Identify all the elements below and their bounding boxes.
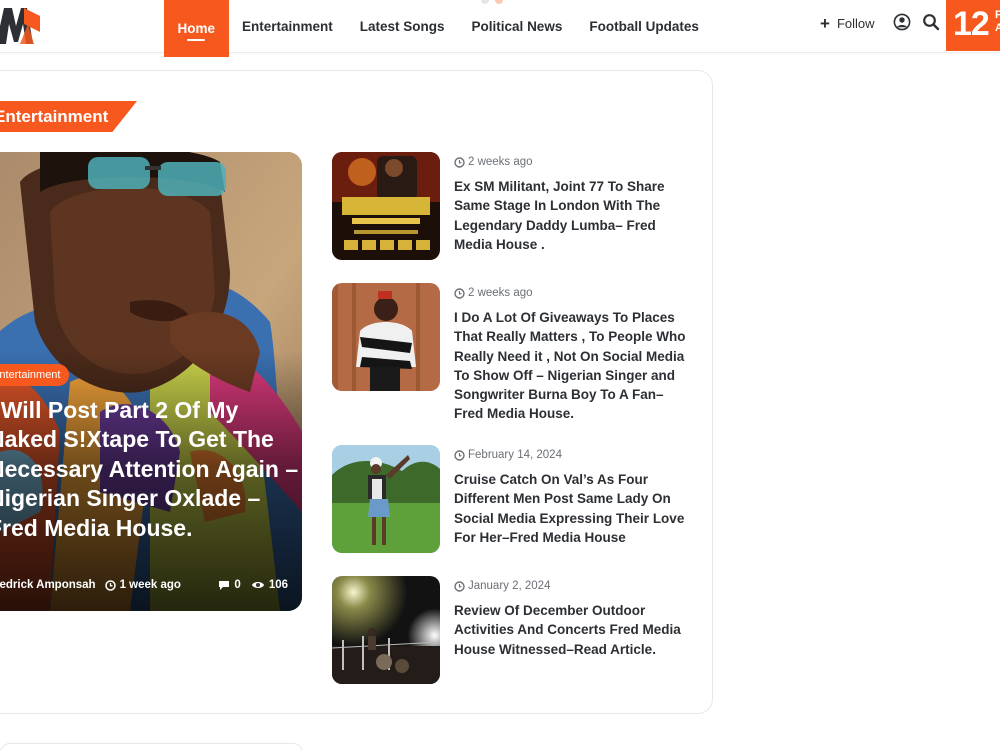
- search-icon[interactable]: [922, 13, 940, 31]
- follow-button[interactable]: + Follow: [820, 15, 875, 32]
- eye-icon: [251, 582, 264, 588]
- nav-political-news[interactable]: Political News: [458, 0, 576, 53]
- date-text: F A: [995, 9, 1000, 34]
- main-nav: Home Entertainment Latest Songs Politica…: [164, 0, 713, 57]
- user-icon[interactable]: [893, 13, 911, 31]
- plus-icon: +: [820, 14, 830, 33]
- post-date-label: January 2, 2024: [468, 580, 551, 592]
- featured-title[interactable]: I Will Post Part 2 Of My Naked S!Xtape T…: [0, 396, 302, 543]
- post-date: 2 weeks ago: [454, 156, 533, 168]
- post-date-label: February 14, 2024: [468, 449, 562, 461]
- featured-comments: 0: [234, 579, 241, 591]
- post-thumbnail[interactable]: [332, 283, 440, 391]
- site-header: Home Entertainment Latest Songs Politica…: [0, 0, 1000, 57]
- nav-football-updates[interactable]: Football Updates: [576, 0, 713, 53]
- nav-latest-songs[interactable]: Latest Songs: [346, 0, 458, 53]
- featured-meta: Fredrick Amponsah 1 week ago 0 106: [0, 579, 288, 591]
- date-widget: 12 F A: [946, 0, 1000, 51]
- post-date: January 2, 2024: [454, 580, 550, 592]
- date-day: 12: [953, 5, 990, 43]
- clock-icon: [454, 449, 465, 461]
- follow-label: Follow: [836, 16, 875, 31]
- featured-author[interactable]: Fredrick Amponsah: [0, 579, 96, 591]
- post-title[interactable]: Cruise Catch On Val’s As Four Different …: [454, 470, 686, 547]
- post-date: February 14, 2024: [454, 449, 562, 461]
- post-date: 2 weeks ago: [454, 287, 533, 299]
- featured-time: 1 week ago: [104, 579, 181, 591]
- featured-time-label: 1 week ago: [119, 579, 181, 591]
- post-title[interactable]: Review Of December Outdoor Activities An…: [454, 601, 686, 659]
- clock-icon: [454, 156, 465, 168]
- nav-home[interactable]: Home: [164, 0, 229, 57]
- logo-icon[interactable]: [0, 2, 44, 48]
- post-date-label: 2 weeks ago: [468, 287, 533, 299]
- post-date-label: 2 weeks ago: [468, 156, 533, 168]
- featured-stats: 0 106: [218, 579, 288, 591]
- clock-icon: [454, 580, 465, 592]
- featured-category-badge[interactable]: Entertainment: [0, 364, 70, 386]
- post-thumbnail[interactable]: [332, 576, 440, 684]
- post-title[interactable]: I Do A Lot Of Giveaways To Places That R…: [454, 308, 686, 424]
- featured-views: 106: [268, 579, 288, 591]
- section-title[interactable]: Entertainment: [0, 101, 137, 132]
- clock-icon: [454, 287, 465, 299]
- post-thumbnail[interactable]: [332, 445, 440, 553]
- nav-entertainment[interactable]: Entertainment: [229, 0, 347, 53]
- comments-icon: [219, 580, 230, 590]
- next-block: [0, 743, 303, 750]
- section-title-label: Entertainment: [0, 107, 109, 126]
- clock-icon: [104, 579, 116, 591]
- post-title[interactable]: Ex SM Militant, Joint 77 To Share Same S…: [454, 177, 686, 254]
- featured-post[interactable]: Entertainment I Will Post Part 2 Of My N…: [0, 152, 302, 611]
- post-thumbnail[interactable]: [332, 152, 440, 260]
